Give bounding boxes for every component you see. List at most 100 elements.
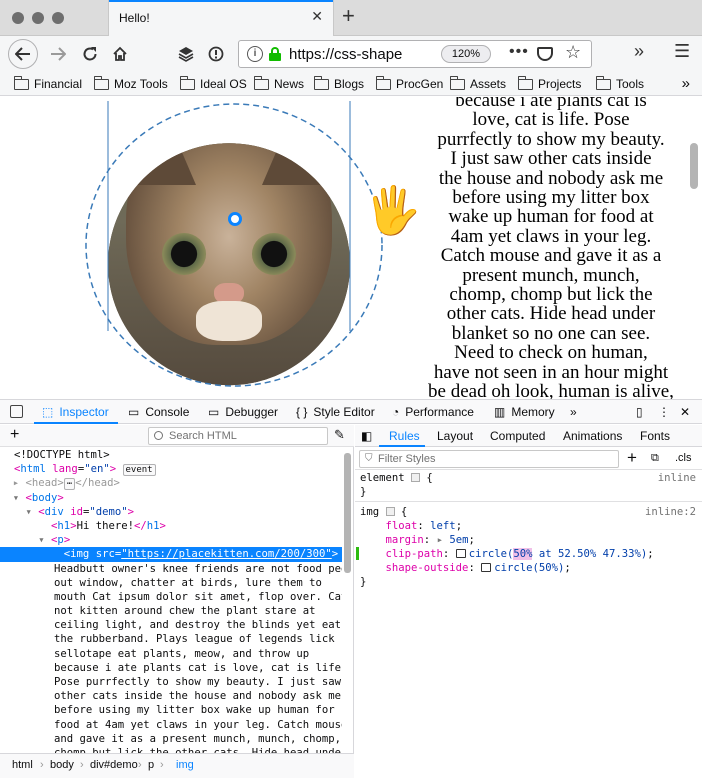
back-button[interactable]: [8, 39, 38, 69]
breadcrumb-body[interactable]: body: [50, 759, 74, 771]
minimize-window-button[interactable]: [32, 12, 44, 24]
site-info-icon[interactable]: i: [247, 46, 263, 62]
markup-text-node: Headbutt owner's knee friends are not fo…: [0, 562, 342, 761]
breadcrumb-html[interactable]: html: [12, 759, 33, 771]
rules-sidebar: ◧ Rules Layout Computed Animations Fonts…: [355, 425, 702, 778]
forward-arrow-icon: [51, 47, 66, 61]
markup-scrollbar[interactable]: [344, 453, 351, 573]
shape-editor-icon[interactable]: [455, 549, 466, 558]
tab-layout[interactable]: Layout: [437, 429, 473, 443]
close-devtools-button[interactable]: ✕: [680, 405, 690, 419]
bookmark-star-icon[interactable]: ☆: [565, 42, 581, 63]
devtools-menu-icon[interactable]: ⋮: [658, 405, 670, 419]
tab-style-editor[interactable]: { } Style Editor: [296, 405, 375, 419]
console-icon: ▭: [128, 405, 140, 419]
tab-memory[interactable]: ▥ Memory: [494, 405, 555, 419]
forward-button[interactable]: [44, 40, 72, 68]
toggle-pseudo-class-icon[interactable]: ⧉: [651, 452, 659, 465]
declaration-float[interactable]: float: left;: [355, 519, 702, 533]
hamburger-menu-icon[interactable]: ☰: [674, 41, 690, 62]
bookmarks-toolbar: Financial Moz Tools Ideal OS News Blogs …: [0, 72, 702, 96]
rule-style-icon: [385, 507, 395, 516]
markup-line[interactable]: <html lang="en"> event: [0, 462, 342, 477]
markup-line[interactable]: ▾ <p>: [0, 533, 342, 547]
devtools-more-tabs-button[interactable]: »: [570, 405, 577, 419]
declaration-shape-outside[interactable]: shape-outside: circle(50%);: [355, 561, 702, 575]
event-badge[interactable]: event: [122, 464, 156, 477]
home-button[interactable]: [106, 40, 134, 68]
tab-animations[interactable]: Animations: [563, 429, 622, 443]
markup-line[interactable]: <!DOCTYPE html>: [0, 448, 342, 462]
close-tab-icon[interactable]: ✕: [311, 8, 323, 25]
bookmark-blogs[interactable]: Blogs: [313, 75, 364, 91]
markup-line[interactable]: ▾ <div id="demo">: [0, 505, 342, 519]
breadcrumb-img[interactable]: img: [176, 759, 194, 771]
cls-toggle-button[interactable]: .cls: [675, 452, 692, 464]
bookmark-procgen[interactable]: ProcGen: [375, 75, 443, 91]
prose-line: present munch, munch,: [462, 264, 640, 286]
zoom-level-button[interactable]: 120%: [441, 45, 491, 63]
clip-path-center-handle[interactable]: [228, 212, 242, 226]
declaration-margin[interactable]: margin: ▸ 5em;: [355, 533, 702, 547]
prose-line: I just saw other cats inside: [450, 148, 652, 170]
new-tab-button[interactable]: +: [342, 5, 355, 27]
bookmarks-overflow-button[interactable]: »: [682, 75, 690, 92]
bookmark-ideal-os[interactable]: Ideal OS: [179, 75, 247, 91]
tab-performance[interactable]: ◔ Performance: [392, 405, 474, 419]
add-node-icon[interactable]: +: [10, 426, 19, 444]
tab-fonts[interactable]: Fonts: [640, 429, 670, 443]
tab-hello[interactable]: Hello! ✕: [108, 0, 334, 36]
bookmark-assets[interactable]: Assets: [449, 75, 506, 91]
toggle-sidebar-icon[interactable]: ◧: [361, 429, 372, 443]
collapsed-node-badge[interactable]: ⋯: [63, 478, 76, 491]
home-icon: [113, 46, 127, 61]
url-text[interactable]: https://css-shape: [289, 46, 439, 63]
markup-line-selected-img[interactable]: <img src="https://placekitten.com/200/30…: [0, 547, 342, 562]
declaration-clip-path[interactable]: clip-path: circle(50% at 52.50% 47.33%);: [355, 547, 702, 561]
markup-line[interactable]: <h1>Hi there!</h1>: [0, 519, 342, 533]
tab-rules[interactable]: Rules: [389, 429, 420, 443]
breadcrumb-p[interactable]: p: [148, 759, 154, 771]
search-html-input[interactable]: Search HTML: [148, 427, 328, 445]
pocket-icon[interactable]: [537, 47, 553, 61]
extension-button[interactable]: [202, 40, 230, 68]
cat-ipsum-paragraph: because i ate plants cat is love, cat is …: [410, 97, 692, 399]
maximize-window-button[interactable]: [52, 12, 64, 24]
bookmark-moz-tools[interactable]: Moz Tools: [93, 75, 168, 91]
markup-line[interactable]: ▸ <head> ⋯ </head>: [0, 476, 342, 491]
eyedropper-icon[interactable]: ✎: [334, 427, 345, 443]
rule-source[interactable]: inline: [658, 471, 696, 485]
bookmark-financial[interactable]: Financial: [13, 75, 82, 91]
filter-styles-input[interactable]: ⛉ Filter Styles: [359, 450, 619, 468]
markup-text-line: because i ate plants cat is love, cat is…: [54, 661, 342, 674]
memory-icon: ▥: [494, 405, 506, 419]
library-icon: [178, 47, 194, 62]
tab-inspector[interactable]: ⬚ Inspector: [42, 405, 109, 419]
breadcrumb-div-demo[interactable]: div#demo: [90, 759, 138, 771]
shape-editor-icon[interactable]: [481, 563, 492, 572]
search-icon: [154, 431, 163, 440]
overflow-menu-button[interactable]: »: [634, 41, 644, 62]
devtools-toolbar: ⬚ Inspector ▭ Console ▭ Debugger { } Style E…: [0, 399, 702, 424]
markup-line[interactable]: ▾ <body>: [0, 491, 342, 505]
prose-line: the house and nobody ask me: [438, 167, 664, 189]
prose-line: because i ate plants cat is: [455, 97, 647, 111]
library-button[interactable]: [172, 40, 200, 68]
tab-computed[interactable]: Computed: [490, 429, 545, 443]
add-rule-button[interactable]: +: [627, 448, 637, 468]
page-actions-icon[interactable]: •••: [509, 43, 529, 61]
bookmark-news[interactable]: News: [253, 75, 304, 91]
element-picker-icon[interactable]: [10, 405, 23, 418]
bookmark-projects[interactable]: Projects: [517, 75, 581, 91]
bookmark-tools[interactable]: Tools: [595, 75, 644, 91]
page-scrollbar[interactable]: [690, 143, 698, 189]
markup-toolbar: + Search HTML ✎: [0, 425, 354, 447]
rule-source[interactable]: inline:2: [645, 505, 696, 519]
breadcrumb: html › body › div#demo › p › img: [0, 753, 354, 778]
url-bar[interactable]: i https://css-shape 120% ••• ☆: [238, 40, 592, 68]
tab-debugger[interactable]: ▭ Debugger: [208, 405, 278, 419]
dock-side-icon[interactable]: ▯: [636, 405, 643, 419]
close-window-button[interactable]: [12, 12, 24, 24]
tab-console[interactable]: ▭ Console: [128, 405, 189, 419]
reload-button[interactable]: [76, 40, 104, 68]
